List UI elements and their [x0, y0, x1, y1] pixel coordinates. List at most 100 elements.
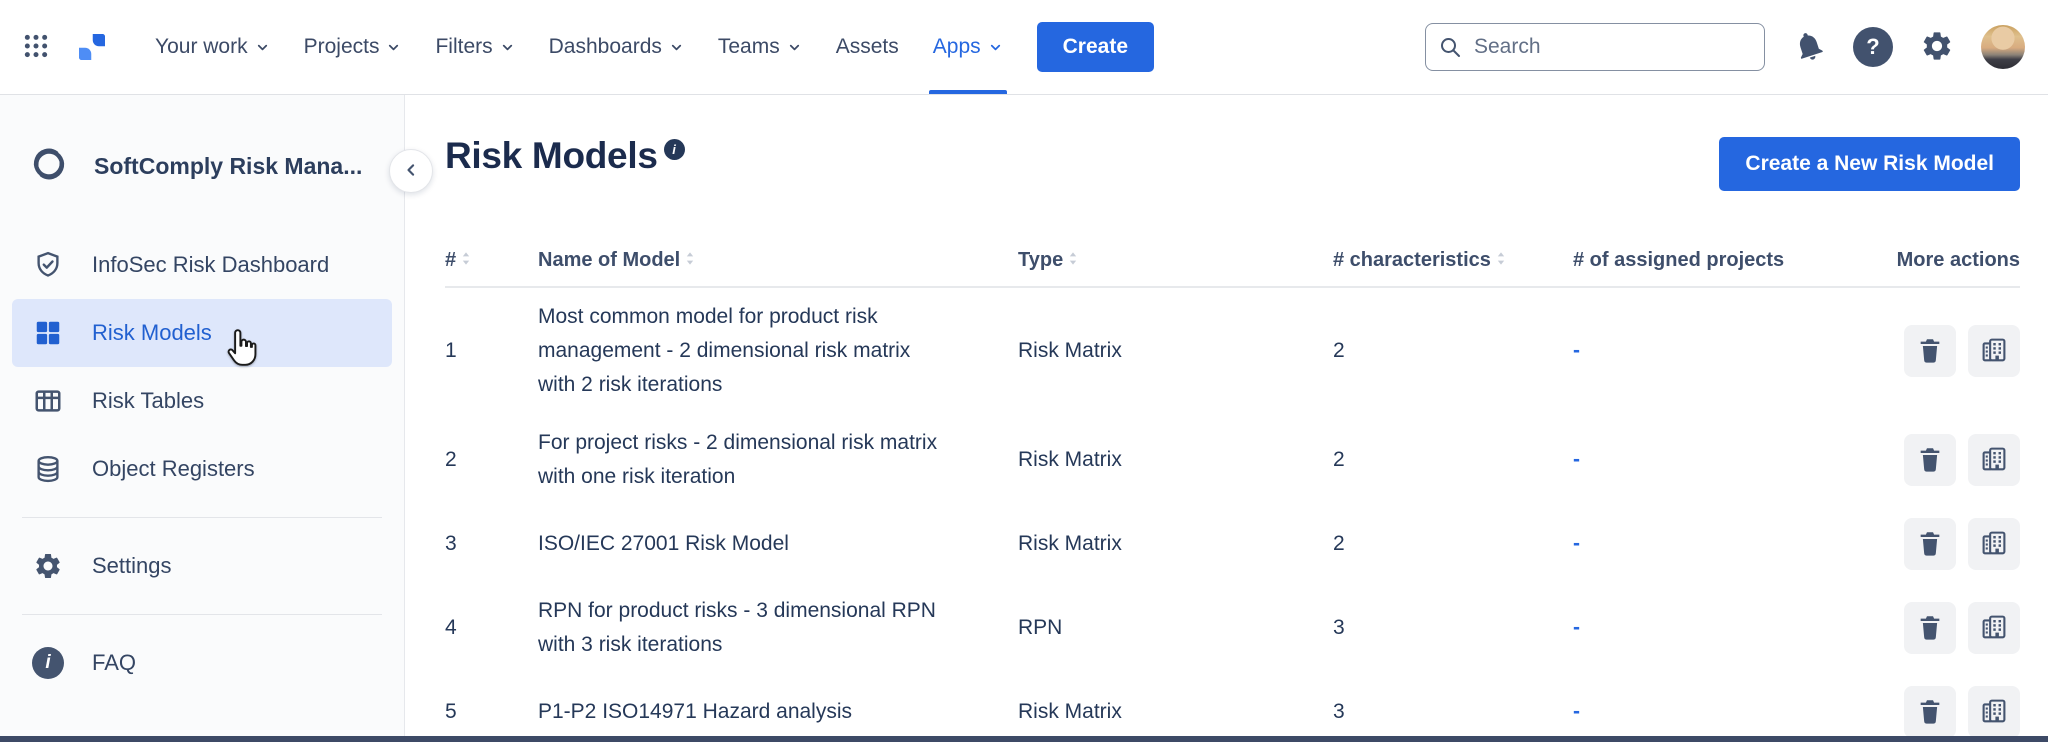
column-header-characteristics[interactable]: # characteristics: [1333, 249, 1573, 272]
model-name: RPN for product risks - 3 dimensional RP…: [538, 594, 948, 662]
sidebar-divider: [22, 517, 382, 518]
sort-icon: [1067, 249, 1079, 272]
model-name: Most common model for product risk manag…: [538, 300, 948, 402]
nav-item-filters[interactable]: Filters: [435, 0, 514, 94]
sidebar-item-label: InfoSec Risk Dashboard: [92, 252, 329, 278]
nav-item-label: Teams: [718, 35, 780, 59]
table-header-row: # Name of Model Type # characteristics: [445, 249, 2020, 288]
delete-button[interactable]: [1904, 434, 1956, 486]
info-icon[interactable]: i: [664, 139, 685, 160]
sidebar-nav: InfoSec Risk Dashboard Risk Models: [0, 231, 404, 697]
search-input[interactable]: [1425, 23, 1765, 71]
assign-projects-button[interactable]: [1968, 325, 2020, 377]
sidebar-item-risk-tables[interactable]: Risk Tables: [12, 367, 392, 435]
delete-button[interactable]: [1904, 602, 1956, 654]
main-header: Risk Models i Create a New Risk Model: [445, 135, 2020, 191]
buildings-icon: [1980, 529, 2008, 560]
avatar[interactable]: [1981, 25, 2025, 69]
chevron-left-icon: [401, 160, 421, 183]
delete-button[interactable]: [1904, 325, 1956, 377]
search-icon: [1438, 35, 1462, 64]
sidebar-item-infosec-risk-dashboard[interactable]: InfoSec Risk Dashboard: [12, 231, 392, 299]
nav-item-label: Apps: [933, 35, 981, 59]
sidebar-item-faq[interactable]: i FAQ: [12, 629, 392, 697]
create-risk-model-button[interactable]: Create a New Risk Model: [1719, 137, 2020, 191]
characteristics-count: 3: [1333, 695, 1573, 729]
jira-logo-icon[interactable]: [77, 32, 107, 62]
row-actions: [1891, 602, 2020, 654]
assign-projects-button[interactable]: [1968, 518, 2020, 570]
nav-item-label: Projects: [304, 35, 380, 59]
database-icon: [32, 454, 64, 484]
characteristics-count: 2: [1333, 334, 1573, 368]
softcomply-logo-icon: [30, 145, 68, 188]
column-header-num[interactable]: #: [445, 249, 538, 272]
content-area: SoftComply Risk Mana... InfoSec Risk Das…: [0, 95, 2048, 736]
notifications-button[interactable]: [1792, 29, 1826, 66]
help-button[interactable]: ?: [1853, 27, 1893, 67]
assign-projects-button[interactable]: [1968, 434, 2020, 486]
search-box: [1425, 23, 1765, 71]
column-header-name[interactable]: Name of Model: [538, 249, 1018, 272]
assigned-projects-value: -: [1573, 695, 1891, 729]
nav-item-label: Dashboards: [549, 35, 662, 59]
assign-projects-button[interactable]: [1968, 686, 2020, 738]
row-number: 1: [445, 334, 538, 368]
model-name: ISO/IEC 27001 Risk Model: [538, 527, 948, 561]
sidebar-app-title: SoftComply Risk Mana...: [94, 153, 362, 180]
characteristics-count: 2: [1333, 527, 1573, 561]
chevron-down-icon: [669, 40, 684, 55]
table-body: 1 Most common model for product risk man…: [445, 288, 2020, 742]
nav-item-label: Your work: [155, 35, 248, 59]
gear-icon: [1920, 29, 1954, 66]
sidebar-item-object-registers[interactable]: Object Registers: [12, 435, 392, 503]
assign-projects-button[interactable]: [1968, 602, 2020, 654]
chevron-down-icon: [500, 40, 515, 55]
buildings-icon: [1980, 697, 2008, 728]
create-button[interactable]: Create: [1037, 22, 1154, 72]
model-type: RPN: [1018, 611, 1333, 645]
assigned-projects-value: -: [1573, 334, 1891, 368]
nav-item-dashboards[interactable]: Dashboards: [549, 0, 684, 94]
assigned-projects-value: -: [1573, 443, 1891, 477]
chevron-down-icon: [988, 40, 1003, 55]
top-nav: Your work Projects Filters Dashboards Te…: [0, 0, 2048, 95]
sidebar-item-risk-models[interactable]: Risk Models: [12, 299, 392, 367]
sidebar: SoftComply Risk Mana... InfoSec Risk Das…: [0, 95, 405, 736]
nav-item-apps[interactable]: Apps: [933, 0, 1003, 94]
app-window: Your work Projects Filters Dashboards Te…: [0, 0, 2048, 742]
sidebar-item-label: FAQ: [92, 650, 136, 676]
nav-item-teams[interactable]: Teams: [718, 0, 802, 94]
column-header-assigned-projects: # of assigned projects: [1573, 249, 1891, 272]
nav-item-projects[interactable]: Projects: [304, 0, 402, 94]
sidebar-app-header[interactable]: SoftComply Risk Mana...: [0, 131, 404, 201]
delete-button[interactable]: [1904, 686, 1956, 738]
trash-icon: [1916, 445, 1944, 476]
column-header-type[interactable]: Type: [1018, 249, 1333, 272]
nav-item-label: Filters: [435, 35, 492, 59]
nav-item-assets[interactable]: Assets: [836, 0, 899, 94]
app-switcher-button[interactable]: [23, 33, 49, 62]
delete-button[interactable]: [1904, 518, 1956, 570]
sidebar-item-settings[interactable]: Settings: [12, 532, 392, 600]
sort-icon: [1495, 249, 1507, 272]
primary-nav: Your work Projects Filters Dashboards Te…: [155, 0, 1003, 94]
characteristics-count: 3: [1333, 611, 1573, 645]
row-actions: [1891, 434, 2020, 486]
nav-item-your-work[interactable]: Your work: [155, 0, 270, 94]
info-icon: i: [32, 647, 64, 679]
page-title: Risk Models: [445, 135, 658, 177]
sidebar-item-label: Settings: [92, 553, 172, 579]
sidebar-item-label: Risk Tables: [92, 388, 204, 414]
bell-icon: [1792, 29, 1826, 66]
settings-button[interactable]: [1920, 29, 1954, 66]
sidebar-collapse-button[interactable]: [389, 149, 433, 193]
sidebar-item-label: Risk Models: [92, 320, 212, 346]
table-row: 2 For project risks - 2 dimensional risk…: [445, 414, 2020, 506]
assigned-projects-value: -: [1573, 527, 1891, 561]
assigned-projects-value: -: [1573, 611, 1891, 645]
row-number: 4: [445, 611, 538, 645]
nav-right-group: ?: [1425, 23, 2025, 71]
grid-icon: [32, 318, 64, 348]
question-mark-icon: ?: [1853, 27, 1893, 67]
